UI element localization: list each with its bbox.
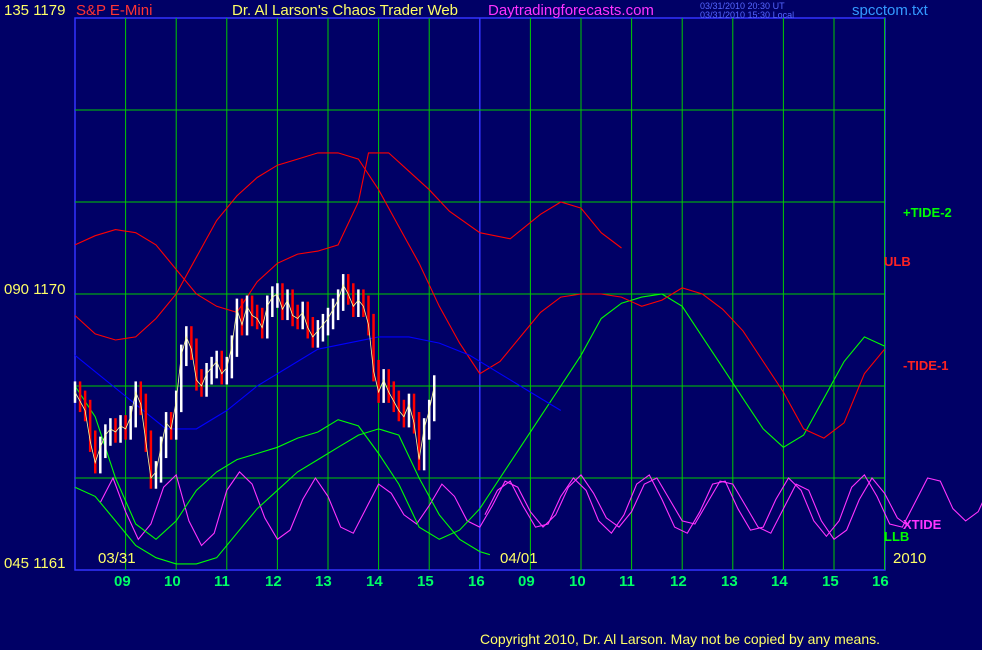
site-label: Daytradingforecasts.com — [488, 2, 654, 19]
x-tick-label: 10 — [164, 573, 181, 590]
series-label-ulb: ULB — [884, 254, 911, 269]
series-label-tide-minus: -TIDE-1 — [903, 358, 949, 373]
x-tick-label: 13 — [315, 573, 332, 590]
date-label-day2: 04/01 — [500, 550, 538, 567]
x-tick-label: 14 — [366, 573, 383, 590]
x-tick-label: 10 — [569, 573, 586, 590]
chaos-trader-chart: 135 1179 S&P E-Mini Dr. Al Larson's Chao… — [0, 0, 982, 650]
x-tick-label: 09 — [114, 573, 131, 590]
x-tick-label: 12 — [670, 573, 687, 590]
y-label-mid: 090 1170 — [4, 281, 66, 298]
x-tick-label: 11 — [214, 573, 230, 590]
series-average — [74, 336, 562, 430]
copyright-notice: Copyright 2010, Dr. Al Larson. May not b… — [480, 631, 881, 647]
top-price-label: 135 1179 — [4, 2, 66, 19]
x-tick-label: 15 — [417, 573, 434, 590]
timestamp-local: 03/31/2010 15:30 Local — [700, 10, 795, 20]
series-label-tide-plus: +TIDE-2 — [903, 205, 952, 220]
x-tick-label: 13 — [721, 573, 738, 590]
symbol-label: S&P E-Mini — [76, 2, 153, 19]
y-label-bottom: 045 1161 — [4, 555, 66, 572]
series-label-llb: LLB — [884, 529, 910, 544]
x-tick-label: 15 — [822, 573, 839, 590]
page-title: Dr. Al Larson's Chaos Trader Web — [232, 2, 459, 19]
x-tick-label: 16 — [872, 573, 889, 590]
series-price-trace — [74, 283, 435, 479]
date-label-day1: 03/31 — [98, 550, 136, 567]
x-tick-label: 16 — [468, 573, 485, 590]
x-tick-label: 09 — [518, 573, 535, 590]
series-lower-band — [74, 428, 491, 565]
chart-plot — [73, 17, 982, 571]
filename-label: spcctom.txt — [852, 2, 928, 19]
x-tick-label: 14 — [771, 573, 788, 590]
year-label: 2010 — [893, 550, 927, 567]
x-tick-label: 12 — [265, 573, 282, 590]
series-xtide-day1 — [99, 471, 911, 547]
x-tick-label: 11 — [619, 573, 635, 590]
